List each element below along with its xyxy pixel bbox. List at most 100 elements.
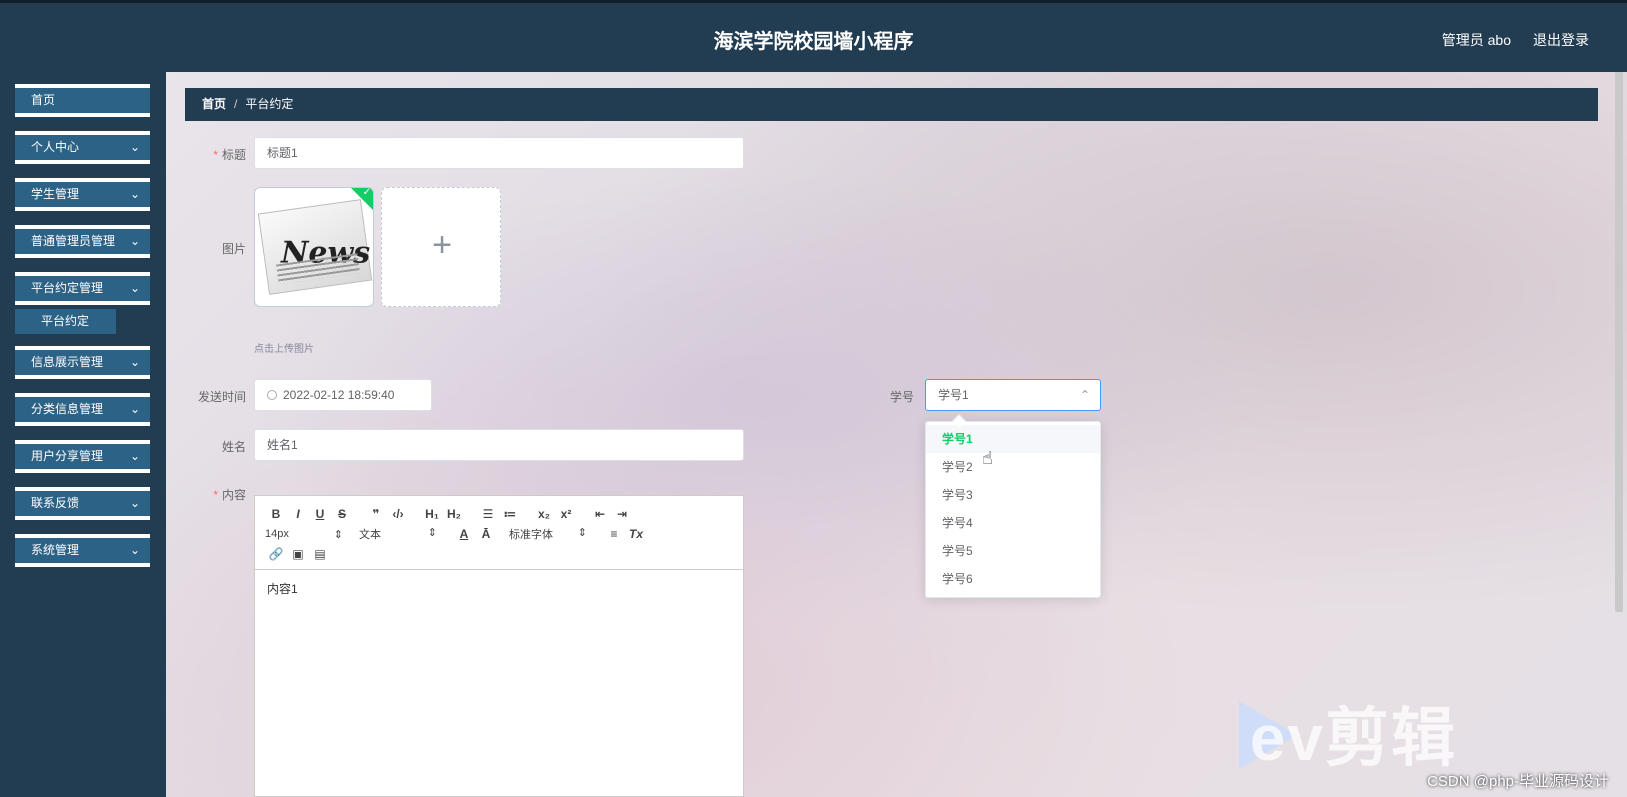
check-icon: ✓ — [362, 187, 371, 198]
required-mark: * — [213, 148, 218, 162]
dropdown-option[interactable]: 学号3 — [926, 481, 1100, 509]
student-no-dropdown: 学号1 学号2 学号3 学号4 学号5 学号6 — [925, 413, 1101, 598]
content-label: * 内容 — [213, 488, 246, 502]
chevron-down-icon: ⌄ — [129, 543, 140, 557]
csdn-watermark: CSDN @php-毕业源码设计 — [1427, 773, 1609, 790]
sidebar-item-label: 分类信息管理 — [31, 402, 104, 416]
subscript-icon[interactable]: x₂ — [533, 507, 555, 521]
required-mark: * — [213, 488, 218, 502]
sidebar-item-label: 学生管理 — [31, 187, 80, 201]
breadcrumb: 首页 / 平台约定 — [185, 88, 1598, 121]
dropdown-option[interactable]: 学号2 — [926, 453, 1100, 481]
updown-icon: ⇕ — [333, 528, 343, 541]
send-time-value: 2022-02-12 18:59:40 — [283, 388, 395, 402]
updown-icon: ⇕ — [577, 527, 587, 539]
upload-image-button[interactable]: + — [381, 187, 501, 307]
sidebar-item-label: 系统管理 — [31, 543, 80, 557]
sidebar-item-home[interactable]: 首页 — [15, 84, 150, 117]
breadcrumb-current: 平台约定 — [245, 97, 294, 111]
student-no-value: 学号1 — [938, 388, 969, 402]
sidebar-item-label: 个人中心 — [31, 140, 80, 154]
student-no-select[interactable]: 学号1 ⌃ — [925, 379, 1101, 411]
uploaded-image[interactable]: News ✓ — [254, 187, 374, 307]
blockquote-icon[interactable]: ❞ — [365, 507, 387, 521]
editor-content[interactable]: 内容1 — [255, 570, 743, 607]
strikethrough-icon[interactable]: S — [331, 507, 353, 521]
dropdown-option[interactable]: 学号1 — [926, 425, 1100, 453]
font-color-icon[interactable]: A — [453, 527, 475, 541]
heading1-icon[interactable]: H₁ — [421, 507, 443, 521]
breadcrumb-home[interactable]: 首页 — [202, 97, 226, 111]
plus-icon: + — [432, 226, 452, 264]
app-title: 海滨学院校园墙小程序 — [713, 29, 914, 53]
italic-icon[interactable]: I — [287, 507, 309, 521]
chevron-down-icon: ⌄ — [129, 449, 140, 463]
sidebar-item-label: 信息展示管理 — [31, 355, 104, 369]
sidebar-item-platform-agreement-management[interactable]: 平台约定管理 ⌄ — [15, 272, 150, 305]
clock-icon — [267, 390, 277, 400]
title-label: * 标题 — [213, 148, 246, 162]
chevron-down-icon: ⌄ — [129, 187, 140, 201]
heading2-icon[interactable]: H₂ — [443, 507, 465, 521]
superscript-icon[interactable]: x² — [555, 507, 577, 521]
indent-icon[interactable]: ⇥ — [611, 507, 633, 521]
chevron-down-icon: ⌄ — [129, 355, 140, 369]
sidebar-item-label: 平台约定管理 — [31, 281, 104, 295]
image-label: 图片 — [221, 242, 246, 256]
bold-icon[interactable]: B — [265, 507, 287, 521]
chevron-up-icon: ⌃ — [1079, 388, 1090, 402]
font-family-select[interactable]: 标准字体 ⇕ — [509, 526, 587, 542]
outdent-icon[interactable]: ⇤ — [589, 507, 611, 521]
rich-text-editor[interactable]: B I U S ❞ ‹/› H₁ H₂ ☰ ≔ x₂ x² ⇤ ⇥ 14px ⇕… — [254, 495, 744, 797]
send-time-picker[interactable]: 2022-02-12 18:59:40 — [254, 379, 432, 411]
ev-watermark: ev剪辑 — [1249, 702, 1457, 774]
clear-format-icon[interactable]: Tx — [625, 527, 647, 541]
underline-icon[interactable]: U — [309, 507, 331, 521]
align-icon[interactable]: ≡ — [603, 527, 625, 541]
sidebar-item-category-info-management[interactable]: 分类信息管理 ⌄ — [15, 393, 150, 426]
ordered-list-icon[interactable]: ☰ — [477, 507, 499, 521]
sidebar-item-label: 普通管理员管理 — [31, 234, 116, 248]
image-icon[interactable]: ▣ — [287, 547, 309, 561]
name-label: 姓名 — [221, 440, 246, 454]
dropdown-option[interactable]: 学号6 — [926, 565, 1100, 593]
sidebar-item-personal-center[interactable]: 个人中心 ⌄ — [15, 131, 150, 164]
sidebar-subitem-platform-agreement[interactable]: 平台约定 — [15, 309, 116, 334]
text-style-select[interactable]: 文本 ⇕ — [359, 526, 437, 542]
bullet-list-icon[interactable]: ≔ — [499, 507, 521, 521]
font-size-select[interactable]: 14px ⇕ — [265, 528, 343, 541]
logout-button[interactable]: 退出登录 — [1533, 30, 1589, 50]
chevron-down-icon: ⌄ — [129, 402, 140, 416]
student-no-label: 学号 — [889, 390, 914, 404]
hand-cursor-icon: ☝ — [982, 448, 993, 468]
background-color-icon[interactable]: Ā — [475, 527, 497, 541]
sidebar-item-admin-management[interactable]: 普通管理员管理 ⌄ — [15, 225, 150, 258]
dropdown-option[interactable]: 学号5 — [926, 537, 1100, 565]
news-image: News — [257, 199, 373, 295]
upload-hint: 点击上传图片 — [254, 344, 314, 355]
editor-toolbar: B I U S ❞ ‹/› H₁ H₂ ☰ ≔ x₂ x² ⇤ ⇥ 14px ⇕… — [255, 496, 743, 570]
top-header: 海滨学院校园墙小程序 管理员 abo 退出登录 — [0, 0, 1627, 72]
breadcrumb-separator: / — [234, 97, 238, 111]
sidebar-item-user-share-management[interactable]: 用户分享管理 ⌄ — [15, 440, 150, 473]
sidebar-item-info-display-management[interactable]: 信息展示管理 ⌄ — [15, 346, 150, 379]
sidebar-item-label: 联系反馈 — [31, 496, 80, 510]
chevron-down-icon: ⌄ — [129, 140, 140, 154]
updown-icon: ⇕ — [427, 527, 437, 539]
code-icon[interactable]: ‹/› — [387, 507, 409, 521]
title-input[interactable]: 标题1 — [254, 137, 744, 169]
user-area: 管理员 abo 退出登录 — [1442, 30, 1589, 50]
name-input[interactable]: 姓名1 — [254, 429, 744, 461]
main-content: 首页 / 平台约定 * 标题 标题1 图片 News ✓ + 点击上传图片 发送时间 … — [166, 72, 1627, 797]
scrollbar[interactable] — [1615, 72, 1623, 612]
dropdown-option[interactable]: 学号4 — [926, 509, 1100, 537]
admin-username: 管理员 abo — [1441, 32, 1511, 48]
video-icon[interactable]: ▤ — [309, 547, 331, 561]
sidebar-item-system-management[interactable]: 系统管理 ⌄ — [15, 534, 150, 567]
send-time-label: 发送时间 — [197, 390, 246, 404]
sidebar-item-label: 用户分享管理 — [31, 449, 104, 463]
sidebar-item-feedback[interactable]: 联系反馈 ⌄ — [15, 487, 150, 520]
link-icon[interactable]: 🔗 — [265, 547, 287, 561]
sidebar-item-student-management[interactable]: 学生管理 ⌄ — [15, 178, 150, 211]
chevron-down-icon: ⌄ — [129, 496, 140, 510]
